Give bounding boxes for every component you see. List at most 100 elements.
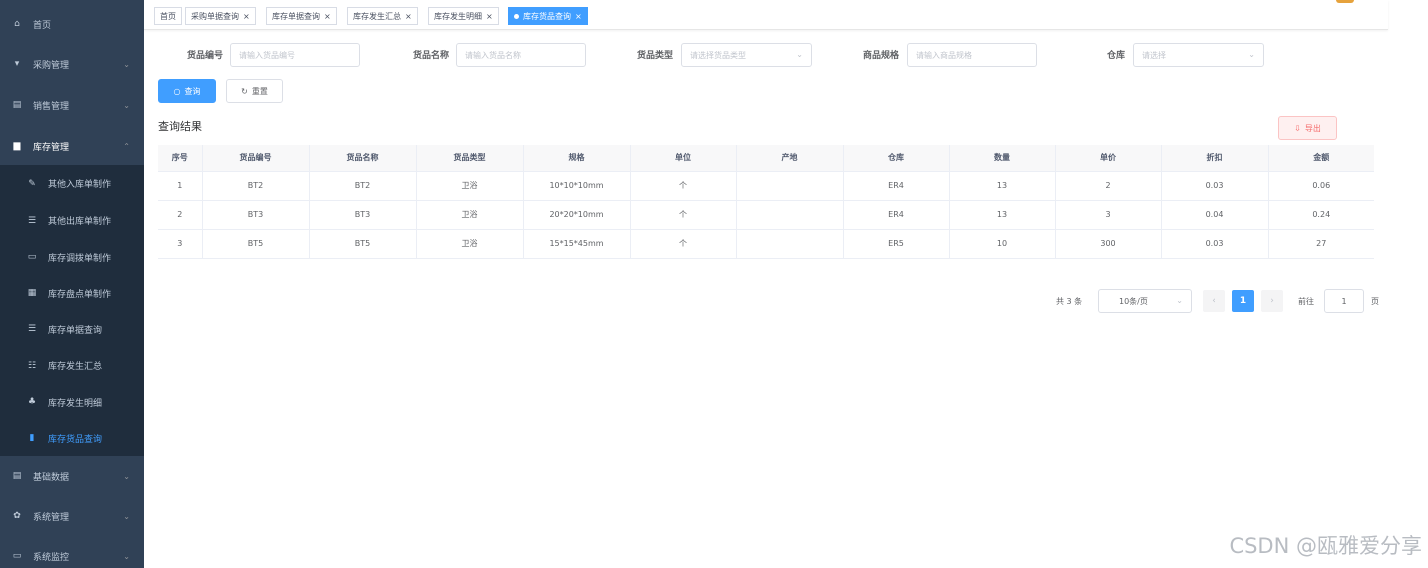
table-cell: 卫浴 bbox=[416, 200, 524, 230]
tag-label: 采购单据查询 bbox=[191, 11, 239, 21]
chevron-down-icon: ⌄ bbox=[1248, 50, 1255, 59]
column-header: 序号 bbox=[158, 145, 203, 172]
tag-goods-query[interactable]: 库存货品查询 × bbox=[508, 7, 588, 25]
close-icon[interactable]: × bbox=[405, 12, 412, 21]
table-cell: 0.24 bbox=[1268, 200, 1374, 230]
select-placeholder: 请选择 bbox=[1142, 50, 1166, 60]
close-icon[interactable]: × bbox=[324, 12, 331, 21]
sidebar-item-label: 库存盘点单制作 bbox=[48, 289, 112, 300]
sidebar-subitem-doc-query[interactable]: ☰ 库存单据查询 bbox=[0, 311, 144, 347]
table-cell: 个 bbox=[630, 171, 737, 201]
tag-label: 库存货品查询 bbox=[523, 11, 571, 21]
column-header: 货品编号 bbox=[202, 145, 310, 172]
sidebar-subitem-detail[interactable]: ♣ 库存发生明细 bbox=[0, 384, 144, 420]
phone-icon: ▮ bbox=[29, 433, 35, 443]
sidebar-item-label: 库存管理 bbox=[33, 142, 70, 153]
query-button[interactable]: ○ 查询 bbox=[158, 79, 216, 103]
pagination-total: 共 3 条 bbox=[1056, 297, 1083, 306]
sidebar-subitem-other-inbound[interactable]: ✎ 其他入库单制作 bbox=[0, 165, 144, 202]
table-cell: 卫浴 bbox=[416, 229, 524, 259]
export-button[interactable]: ⇩ 导出 bbox=[1278, 116, 1337, 140]
chevron-left-icon: ‹ bbox=[1212, 296, 1216, 306]
next-page-button[interactable]: › bbox=[1261, 290, 1283, 312]
sidebar-item-base-data[interactable]: ▤ 基础数据 ⌄ bbox=[0, 456, 144, 496]
sidebar-subitem-transfer[interactable]: ▭ 库存调拨单制作 bbox=[0, 239, 144, 275]
sidebar-subitem-other-outbound[interactable]: ☰ 其他出库单制作 bbox=[0, 202, 144, 239]
table-cell: 27 bbox=[1268, 229, 1374, 259]
monitor-icon: ▭ bbox=[12, 551, 22, 561]
tree-table-icon: ☷ bbox=[27, 360, 37, 371]
warehouse-label: 仓库 bbox=[1106, 51, 1125, 61]
table-cell: 13 bbox=[949, 200, 1056, 230]
table-cell: 2 bbox=[158, 200, 203, 230]
tag-label: 首页 bbox=[160, 11, 176, 21]
table-cell: ER5 bbox=[843, 229, 950, 259]
close-icon[interactable]: × bbox=[243, 12, 250, 21]
sidebar-item-label: 库存单据查询 bbox=[48, 325, 103, 336]
close-icon[interactable]: × bbox=[575, 12, 582, 21]
list-icon: ☰ bbox=[27, 215, 37, 226]
sidebar-item-inventory[interactable]: ▆ 库存管理 ⌃ bbox=[0, 126, 144, 166]
sidebar-item-label: 其他出库单制作 bbox=[48, 217, 112, 227]
refresh-icon: ↻ bbox=[241, 86, 248, 96]
table-cell: BT5 bbox=[202, 229, 310, 259]
column-header: 金额 bbox=[1268, 145, 1374, 172]
query-button-label: 查询 bbox=[184, 86, 201, 96]
page-size-value: 10条/页 bbox=[1119, 296, 1148, 306]
table-cell: 0.03 bbox=[1161, 171, 1269, 201]
results-table: 序号 货品编号 货品名称 货品类型 规格 单位 产地 仓库 数量 单价 折扣 金… bbox=[158, 145, 1374, 259]
sidebar-item-monitor[interactable]: ▭ 系统监控 ⌄ bbox=[0, 536, 144, 568]
sidebar-item-label: 销售管理 bbox=[33, 101, 70, 112]
tag-inventory-doc-query[interactable]: 库存单据查询 × bbox=[266, 7, 337, 25]
goods-type-select[interactable]: 请选择货品类型 ⌄ bbox=[681, 43, 812, 67]
sidebar-item-purchase[interactable]: ▾ 采购管理 ⌄ bbox=[0, 44, 144, 84]
page-number-current[interactable]: 1 bbox=[1232, 290, 1254, 312]
tag-label: 库存发生汇总 bbox=[353, 11, 401, 21]
page-suffix-label: 页 bbox=[1371, 297, 1379, 306]
folder-icon: ▆ bbox=[13, 141, 21, 151]
sidebar-item-system[interactable]: ✿ 系统管理 ⌄ bbox=[0, 496, 144, 536]
tag-purchase-query[interactable]: 采购单据查询 × bbox=[185, 7, 256, 25]
table-cell: BT2 bbox=[309, 171, 417, 201]
sidebar-item-sales[interactable]: ▤ 销售管理 ⌄ bbox=[0, 85, 144, 125]
table-header-row: 序号 货品编号 货品名称 货品类型 规格 单位 产地 仓库 数量 单价 折扣 金… bbox=[158, 145, 1374, 172]
goods-name-input[interactable]: 请输入货品名称 bbox=[456, 43, 586, 67]
table-cell: 个 bbox=[630, 200, 737, 230]
page-size-select[interactable]: 10条/页 ⌄ bbox=[1098, 289, 1192, 313]
chevron-down-icon: ⌄ bbox=[123, 511, 130, 521]
table-cell: 2 bbox=[1055, 171, 1162, 201]
sidebar-item-label: 其他入库单制作 bbox=[48, 180, 112, 190]
tag-label: 库存单据查询 bbox=[272, 11, 320, 21]
tag-home[interactable]: 首页 bbox=[154, 7, 182, 25]
monitor-icon: ▭ bbox=[27, 252, 37, 262]
sidebar-subitem-goods-query[interactable]: ▮ 库存货品查询 bbox=[0, 420, 144, 456]
sidebar-item-label: 系统管理 bbox=[33, 512, 70, 523]
column-header: 货品类型 bbox=[416, 145, 524, 172]
sidebar-subitem-summary[interactable]: ☷ 库存发生汇总 bbox=[0, 347, 144, 384]
sidebar-item-label: 采购管理 bbox=[33, 60, 70, 71]
prev-page-button[interactable]: ‹ bbox=[1203, 290, 1225, 312]
table-row[interactable]: 3 BT5 BT5 卫浴 15*15*45mm 个 ER5 10 300 0.0… bbox=[158, 229, 1374, 259]
table-row[interactable]: 2 BT3 BT3 卫浴 20*20*10mm 个 ER4 13 3 0.04 … bbox=[158, 200, 1374, 230]
goods-code-input[interactable]: 请输入货品编号 bbox=[230, 43, 360, 67]
table-cell: ER4 bbox=[843, 200, 950, 230]
close-icon[interactable]: × bbox=[486, 12, 493, 21]
warehouse-select[interactable]: 请选择 ⌄ bbox=[1133, 43, 1264, 67]
goto-page-input[interactable]: 1 bbox=[1324, 289, 1364, 313]
table-row[interactable]: 1 BT2 BT2 卫浴 10*10*10mm 个 ER4 13 2 0.03 … bbox=[158, 171, 1374, 201]
main-content: 首页 采购单据查询 × 库存单据查询 × 库存发生汇总 × 库存发生明细 × 库… bbox=[144, 0, 1428, 568]
reset-button-label: 重置 bbox=[251, 86, 268, 96]
goods-code-label: 货品编号 bbox=[186, 51, 223, 61]
table-cell bbox=[736, 171, 844, 201]
sidebar-item-home[interactable]: ⌂ 首页 bbox=[0, 4, 144, 44]
table-cell: 0.04 bbox=[1161, 200, 1269, 230]
table-cell: 3 bbox=[158, 229, 203, 259]
tag-inventory-summary[interactable]: 库存发生汇总 × bbox=[347, 7, 418, 25]
table-cell: 个 bbox=[630, 229, 737, 259]
goods-spec-input[interactable]: 请输入商品规格 bbox=[907, 43, 1037, 67]
tag-inventory-detail[interactable]: 库存发生明细 × bbox=[428, 7, 499, 25]
goods-type-label: 货品类型 bbox=[636, 51, 673, 61]
table-cell: 15*15*45mm bbox=[523, 229, 631, 259]
sidebar-subitem-stocktake[interactable]: ▦ 库存盘点单制作 bbox=[0, 275, 144, 311]
reset-button[interactable]: ↻ 重置 bbox=[226, 79, 283, 103]
